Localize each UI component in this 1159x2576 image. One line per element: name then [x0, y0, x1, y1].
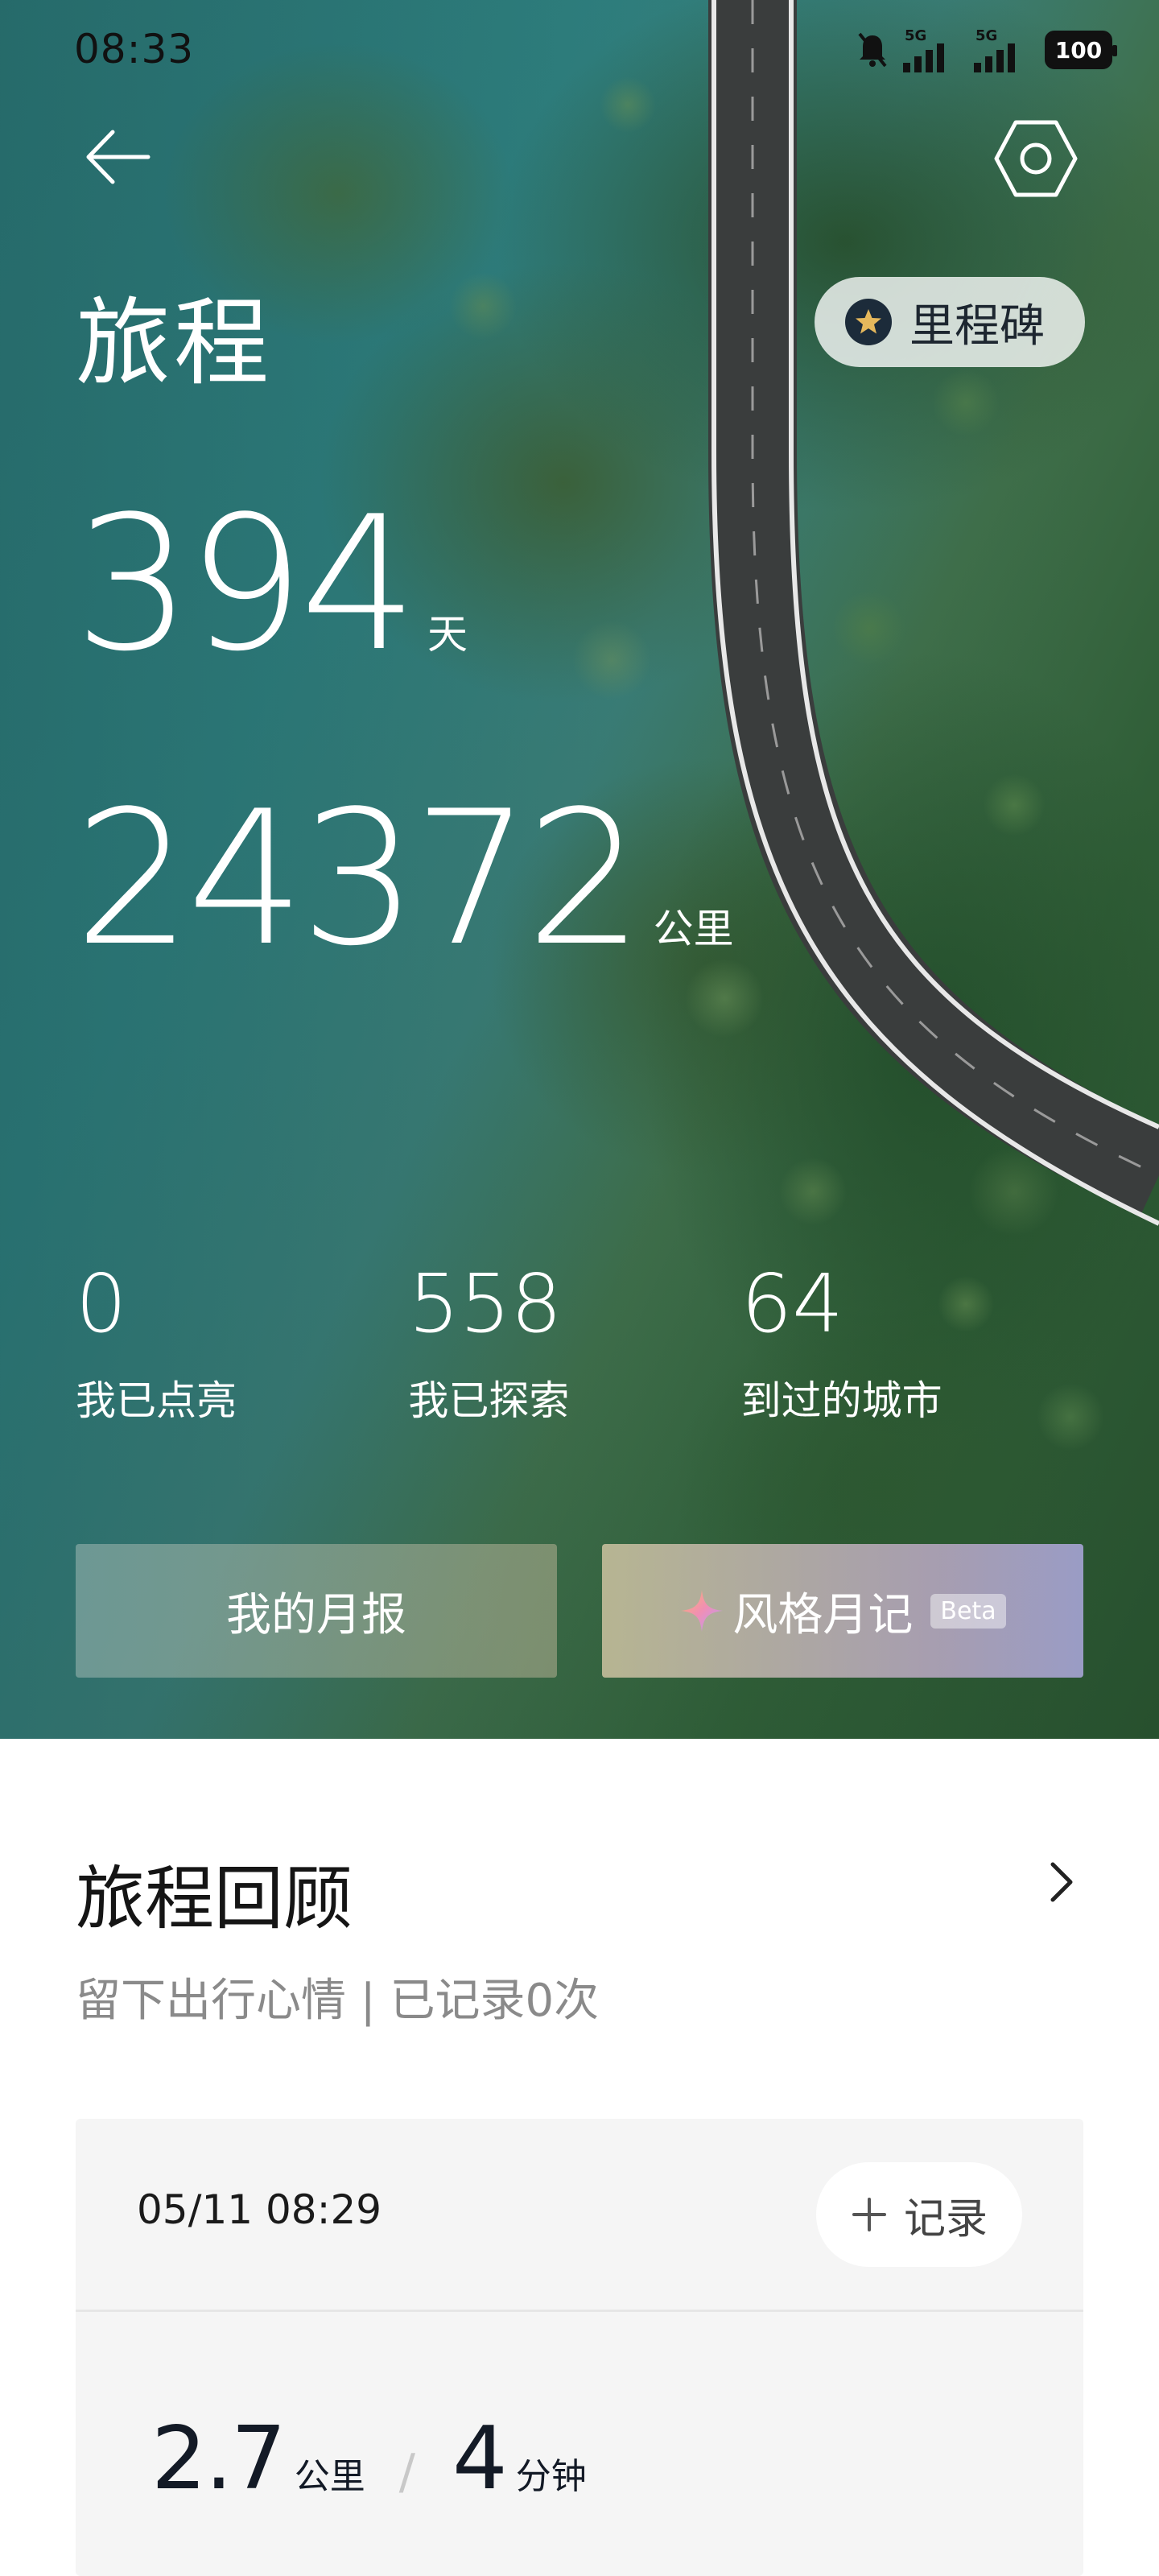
distance-value: 24372 — [74, 772, 644, 987]
monthly-report-button[interactable]: 我的月报 — [76, 1544, 557, 1678]
trip-card[interactable]: 05/11 08:29 记录 2.7 公里 / 4 分钟 — [76, 2119, 1083, 2576]
milestone-label: 里程碑 — [909, 299, 1045, 353]
distance-unit: 公里 — [653, 906, 734, 952]
monthly-report-label: 我的月报 — [226, 1588, 406, 1641]
signal-icon-2: 5G — [974, 27, 1030, 72]
status-time: 08:33 — [74, 26, 195, 72]
trip-distance-unit: 公里 — [294, 2456, 365, 2497]
status-bar: 08:33 5G 5G 100 — [0, 0, 1159, 97]
days-unit: 天 — [427, 611, 468, 658]
days-value: 394 — [74, 477, 418, 692]
explored-stat[interactable]: 558 我已探索 — [408, 1264, 740, 1426]
network-type-2: 5G — [975, 27, 998, 44]
trip-duration-value: 4 — [452, 2409, 508, 2509]
star-icon — [845, 299, 892, 345]
stat-divider: / — [398, 2444, 415, 2500]
cities-label: 到过的城市 — [740, 1377, 942, 1424]
trip-duration-unit: 分钟 — [515, 2456, 587, 2497]
cities-stat[interactable]: 64 到过的城市 — [741, 1264, 1074, 1426]
bell-mute-icon — [858, 32, 887, 68]
page-title: 旅程 — [76, 287, 273, 398]
review-subtitle: 留下出行心情 | 已记录0次 — [76, 1975, 600, 2027]
record-button[interactable]: 记录 — [816, 2162, 1022, 2267]
trip-distance-value: 2.7 — [151, 2409, 287, 2509]
record-label: 记录 — [903, 2194, 988, 2244]
lit-value: 0 — [76, 1257, 127, 1351]
status-icons: 5G 5G 100 — [856, 27, 1117, 72]
explored-value: 558 — [408, 1257, 563, 1351]
battery-indicator: 100 — [1045, 31, 1117, 69]
back-arrow-icon[interactable] — [80, 121, 153, 193]
trip-datetime: 05/11 08:29 — [137, 2186, 382, 2233]
settings-icon[interactable] — [992, 114, 1080, 203]
cities-value: 64 — [740, 1257, 843, 1351]
trip-stats: 2.7 公里 / 4 分钟 — [151, 2409, 587, 2509]
chevron-right-icon[interactable] — [1041, 1858, 1082, 1906]
summary-stats: 0 我已点亮 558 我已探索 64 到过的城市 — [76, 1264, 1074, 1426]
lit-label: 我已点亮 — [76, 1377, 237, 1424]
days-stat: 394 天 — [74, 493, 468, 678]
explored-label: 我已探索 — [408, 1377, 570, 1424]
plus-icon — [852, 2198, 886, 2231]
lit-stat[interactable]: 0 我已点亮 — [76, 1264, 408, 1426]
network-type-1: 5G — [905, 27, 927, 44]
sparkle-icon — [681, 1590, 724, 1632]
trip-card-header: 05/11 08:29 记录 — [76, 2119, 1083, 2312]
style-diary-label: 风格月记 — [732, 1588, 914, 1641]
review-title: 旅程回顾 — [76, 1859, 353, 1939]
distance-stat: 24372 公里 — [74, 787, 734, 972]
milestone-button[interactable]: 里程碑 — [815, 277, 1085, 367]
signal-icon-1: 5G — [903, 27, 959, 72]
beta-badge: Beta — [930, 1593, 1006, 1629]
style-diary-button[interactable]: 风格月记 Beta — [602, 1544, 1083, 1678]
